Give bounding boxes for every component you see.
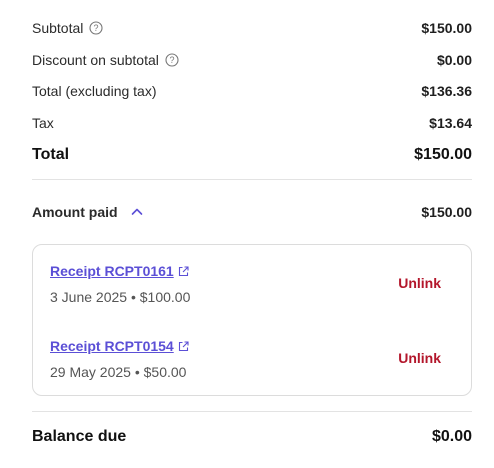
- total-row: Total $150.00: [32, 144, 472, 166]
- total-value: $150.00: [414, 146, 472, 163]
- tax-value: $13.64: [429, 115, 472, 131]
- balance-due-label: Balance due: [32, 428, 127, 445]
- receipt-title[interactable]: Receipt RCPT0161: [50, 263, 174, 279]
- unlink-button[interactable]: Unlink: [398, 275, 441, 291]
- receipt-link[interactable]: Receipt RCPT0154: [50, 338, 189, 354]
- chevron-up-icon[interactable]: [130, 205, 144, 219]
- info-circle-icon[interactable]: ?: [89, 21, 103, 35]
- subtotal-value: $150.00: [421, 20, 472, 36]
- divider: [32, 411, 472, 412]
- receipt-item: Receipt RCPT0154 29 May 2025 • $50.00: [50, 338, 450, 380]
- amount-paid-value: $150.00: [421, 204, 472, 220]
- receipts-card: Receipt RCPT0161 3 June 2025 • $100.00 U…: [32, 244, 472, 396]
- amount-paid-row[interactable]: Amount paid $150.00: [32, 202, 472, 222]
- total-excl-tax-label: Total (excluding tax): [32, 83, 157, 99]
- subtotal-row: Subtotal ? $150.00: [32, 18, 472, 38]
- discount-value: $0.00: [436, 52, 472, 68]
- amount-paid-label: Amount paid: [32, 204, 118, 220]
- discount-label: Discount on subtotal: [32, 52, 159, 68]
- tax-row: Tax $13.64: [32, 113, 472, 133]
- divider: [32, 179, 472, 180]
- tax-label: Tax: [32, 115, 54, 131]
- receipt-item: Receipt RCPT0161 3 June 2025 • $100.00: [50, 263, 450, 305]
- total-excl-tax-value: $136.36: [421, 83, 472, 99]
- receipt-meta: 29 May 2025 • $50.00: [50, 364, 187, 380]
- external-link-icon: [178, 340, 189, 351]
- external-link-icon: [178, 265, 189, 276]
- total-label: Total: [32, 146, 70, 163]
- balance-due-row: Balance due $0.00: [32, 426, 472, 448]
- unlink-button[interactable]: Unlink: [398, 350, 441, 366]
- svg-text:?: ?: [169, 55, 174, 65]
- receipt-title[interactable]: Receipt RCPT0154: [50, 338, 174, 354]
- subtotal-label: Subtotal: [32, 20, 84, 36]
- balance-due-value: $0.00: [431, 428, 472, 445]
- receipt-link[interactable]: Receipt RCPT0161: [50, 263, 189, 279]
- discount-row: Discount on subtotal ? $0.00: [32, 50, 472, 70]
- svg-text:?: ?: [94, 23, 99, 33]
- total-excl-tax-row: Total (excluding tax) $136.36: [32, 81, 472, 101]
- receipt-meta: 3 June 2025 • $100.00: [50, 289, 191, 305]
- info-circle-icon[interactable]: ?: [165, 53, 179, 67]
